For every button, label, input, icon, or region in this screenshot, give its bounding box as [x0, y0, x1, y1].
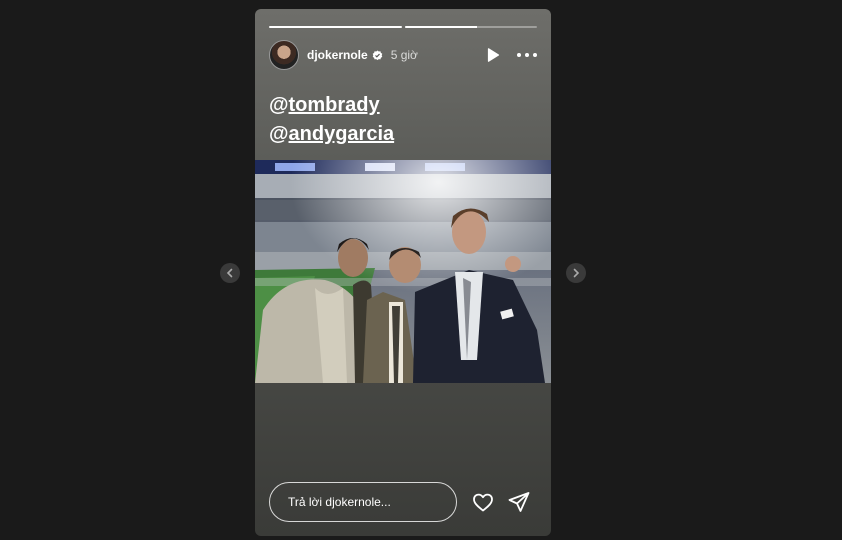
chevron-right-icon	[573, 268, 580, 278]
story-viewer: djokernole 5 giờ @tombrady @andygarcia T…	[0, 0, 842, 540]
previous-story-button[interactable]	[220, 263, 240, 283]
avatar[interactable]	[269, 40, 299, 70]
send-icon[interactable]	[507, 490, 531, 514]
chevron-left-icon	[226, 268, 233, 278]
reply-input[interactable]: Trả lời djokernole...	[269, 482, 457, 522]
more-icon[interactable]	[517, 47, 537, 63]
next-story-button[interactable]	[566, 263, 586, 283]
mention-tombrady[interactable]: @tombrady	[269, 91, 394, 120]
mention-stickers: @tombrady @andygarcia	[269, 91, 394, 149]
progress-segment-1	[269, 26, 402, 28]
username[interactable]: djokernole	[307, 48, 368, 62]
post-time: 5 giờ	[390, 48, 418, 62]
play-icon[interactable]	[485, 47, 501, 63]
story-photo	[255, 160, 551, 383]
progress-fill-2	[404, 26, 478, 28]
heart-icon[interactable]	[471, 490, 495, 514]
progress-segment-2	[404, 26, 537, 28]
progress-fill-1	[269, 26, 402, 28]
story-card: djokernole 5 giờ @tombrady @andygarcia T…	[255, 9, 551, 536]
reply-bar: Trả lời djokernole...	[269, 482, 537, 522]
verified-badge-icon	[372, 49, 382, 60]
story-progress	[269, 26, 537, 28]
story-header: djokernole 5 giờ	[269, 39, 537, 71]
mention-andygarcia[interactable]: @andygarcia	[269, 120, 394, 149]
